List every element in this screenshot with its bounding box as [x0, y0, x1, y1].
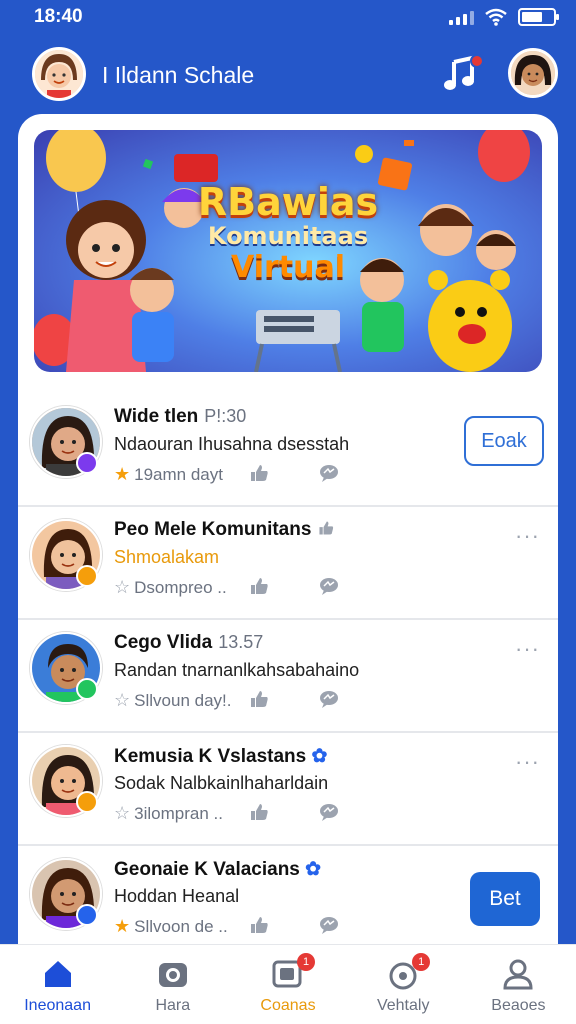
nav-badge: 1: [297, 953, 315, 971]
status-bar: 18:40: [0, 0, 576, 36]
avatar-badge: [76, 904, 98, 926]
row-subtitle: Shmoalakam: [114, 547, 220, 567]
girl-avatar-icon: [35, 50, 83, 98]
row-action-button[interactable]: Bet: [470, 872, 540, 926]
community-list: Wide tlen P!:30 Ndaouran Ihusahna dsessta…: [18, 394, 558, 944]
wifi-icon: [485, 8, 507, 26]
more-options-icon[interactable]: ···: [515, 749, 540, 775]
user-avatar[interactable]: [32, 47, 86, 101]
thumbs-up-icon[interactable]: [248, 914, 270, 936]
friend-avatar[interactable]: [508, 48, 558, 98]
banner-title-line1: RBawias: [197, 180, 379, 224]
more-options-icon[interactable]: ···: [515, 636, 540, 662]
nav-label: Ineonaan: [24, 997, 91, 1014]
nav-item-gallery[interactable]: 1 Coanas: [230, 945, 345, 1024]
row-title: Kemusia K Vslastans ✿: [114, 746, 328, 767]
chat-bubble-icon[interactable]: [318, 914, 340, 936]
avatar-badge: [76, 565, 98, 587]
paw-icon: ✿: [311, 746, 328, 767]
thumbs-up-icon: [319, 521, 333, 535]
camera-icon: [158, 963, 187, 987]
header: I Ildann Schale: [0, 44, 576, 108]
row-subtitle: Randan tnarnanlkahsabahaino: [114, 660, 360, 680]
list-item[interactable]: Peo Mele Komunitans Shmoalakam ☆ Dsompreo…: [18, 507, 558, 620]
avatar-badge: [76, 678, 98, 700]
row-footer: ☆ Dsompreo ..: [114, 577, 227, 597]
avatar-badge: [76, 452, 98, 474]
row-title: Wide tlen P!:30: [114, 406, 247, 427]
bell-ring-icon: 1: [386, 953, 431, 991]
row-meta: P!:30: [204, 406, 247, 426]
paw-icon: ✿: [305, 859, 322, 880]
nav-label: Beaoes: [491, 997, 546, 1014]
row-meta: 13.57: [218, 632, 264, 652]
list-item[interactable]: Wide tlen P!:30 Ndaouran Ihusahna dsessta…: [18, 394, 558, 507]
avatar-badge: [76, 791, 98, 813]
header-title: I Ildann Schale: [102, 62, 255, 88]
chat-bubble-icon[interactable]: [318, 575, 340, 597]
list-item[interactable]: Cego Vlida 13.57 Randan tnarnanlkahsabaha…: [18, 620, 558, 733]
row-subtitle: Hoddan Heanal: [114, 886, 240, 906]
row-title: Peo Mele Komunitans: [114, 519, 335, 541]
list-item[interactable]: Geonaie K Valacians ✿ Hoddan Heanal ★ Sll…: [18, 846, 558, 944]
thumbs-up-icon[interactable]: [248, 801, 270, 823]
row-action-button[interactable]: Eoak: [464, 416, 544, 466]
nav-item-profile[interactable]: Beaoes: [461, 945, 576, 1024]
thumbs-up-icon[interactable]: [248, 462, 270, 484]
nav-item-home[interactable]: Ineonaan: [0, 945, 115, 1024]
bottom-nav: Ineonaan Hara 1 Coanas 1 Vehtaly Beaoes: [0, 944, 576, 1024]
profile-icon: [503, 959, 533, 990]
row-subtitle: Ndaouran Ihusahna dsesstah: [114, 434, 350, 454]
chat-bubble-icon[interactable]: [318, 462, 340, 484]
nav-label: Vehtaly: [376, 997, 430, 1014]
nav-label: Coanas: [260, 997, 316, 1014]
nav-item-camera[interactable]: Hara: [115, 945, 230, 1024]
chat-bubble-icon[interactable]: [318, 801, 340, 823]
list-item[interactable]: Kemusia K Vslastans ✿ Sodak Nalbkainlhah…: [18, 733, 558, 846]
row-subtitle: Sodak Nalbkainlhaharldain: [114, 773, 329, 793]
star-outline-icon: ☆: [114, 803, 131, 823]
star-icon: ★: [114, 464, 131, 484]
home-icon: [44, 961, 71, 987]
battery-icon: [518, 8, 559, 26]
row-footer: ★ Sllvoon de ..: [114, 916, 228, 936]
banner-title-line3: Virtual: [231, 250, 345, 285]
nav-item-activity[interactable]: 1 Vehtaly: [346, 945, 461, 1024]
gallery-icon: 1: [271, 953, 315, 991]
star-icon: ★: [114, 916, 131, 936]
row-title: Geonaie K Valacians ✿: [114, 859, 322, 880]
main-card: RBawias Komunitaas Virtual Wide tlen P!:3…: [18, 114, 558, 944]
status-icons: [449, 8, 559, 26]
star-outline-icon: ☆: [114, 577, 131, 597]
banner-title-line2: Komunitaas: [207, 222, 369, 250]
nav-badge: 1: [412, 953, 431, 971]
notification-badge: [470, 54, 484, 68]
nav-label: Hara: [155, 997, 191, 1014]
row-footer: ☆ 3ilompran ..: [114, 803, 223, 823]
signal-icon: [449, 9, 474, 25]
chat-bubble-icon[interactable]: [318, 688, 340, 710]
row-footer: ★ 19amn dayt: [114, 464, 223, 484]
thumbs-up-icon[interactable]: [248, 575, 270, 597]
more-options-icon[interactable]: ···: [515, 523, 540, 549]
star-outline-icon: ☆: [114, 690, 131, 710]
row-footer: ☆ Sllvoun day!.: [114, 690, 232, 710]
row-title: Cego Vlida 13.57: [114, 632, 264, 653]
music-button[interactable]: [440, 54, 484, 98]
thumbs-up-icon[interactable]: [248, 688, 270, 710]
status-time: 18:40: [34, 6, 83, 27]
girl-avatar-icon: [511, 51, 555, 95]
community-banner[interactable]: RBawias Komunitaas Virtual: [34, 130, 542, 372]
